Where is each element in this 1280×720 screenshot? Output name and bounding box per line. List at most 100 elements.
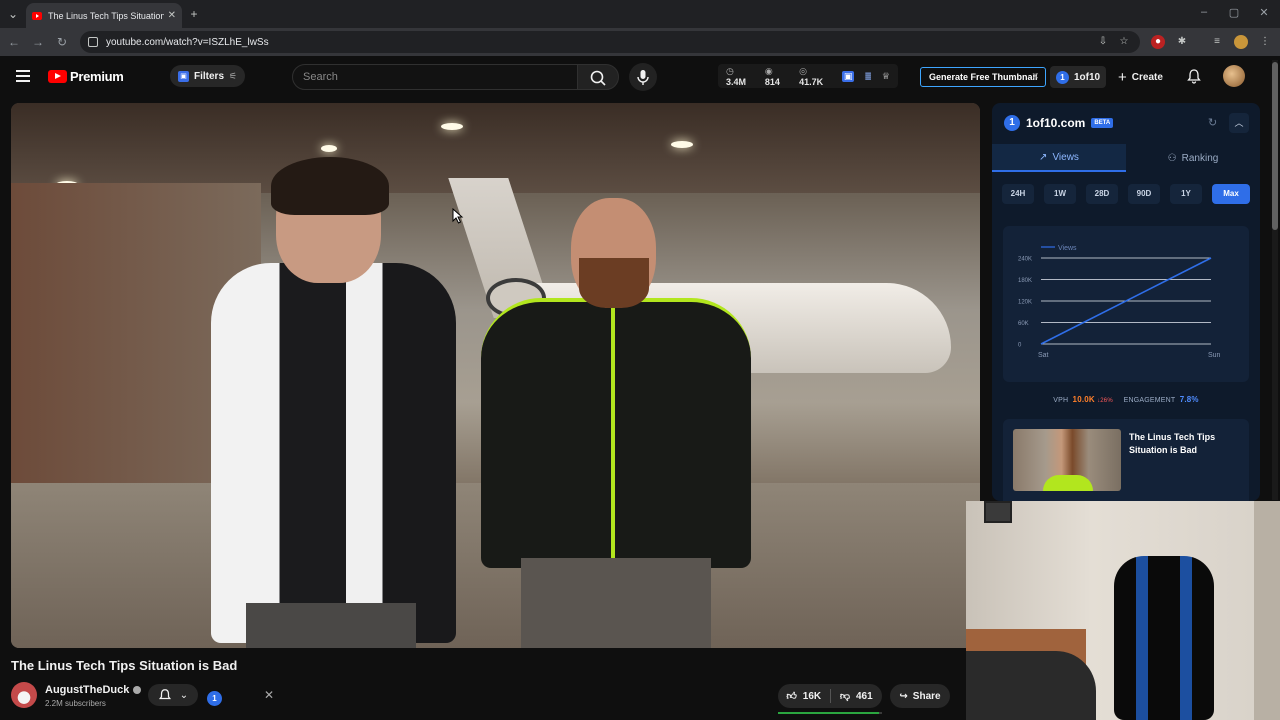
video-thumbnail [1013,429,1121,491]
tab-title: The Linus Tech Tips Situation is [48,10,164,21]
voice-search-button[interactable] [629,63,657,91]
range-1w[interactable]: 1W [1044,184,1076,204]
engagement-value: 7.8% [1179,395,1199,404]
y-tick-label: 0 [1018,343,1022,349]
oneof10-logo: 1 [1004,115,1020,131]
page-scrollbar[interactable] [1272,60,1278,500]
like-button[interactable]: 👍︎ 16K [778,690,830,703]
reading-list-icon[interactable]: ≡ [1210,35,1224,49]
trophy-icon[interactable]: ♕ [882,71,890,82]
like-ratio-bar [778,712,882,714]
oneof10-button[interactable]: 1 1of10 [1050,66,1106,88]
video-player[interactable] [11,103,980,648]
channel-badge-number: 1 [207,691,222,706]
reload-icon[interactable]: ↻ [54,34,70,50]
arm-with-device [966,651,1096,720]
oneof10-panel: 1 1of10.com BETA ↻ ︿ ↗ Views ⚇ Ranking 2… [992,103,1260,501]
generate-thumbnail-close-icon[interactable]: ✕ [1031,71,1039,82]
tab-ranking-label: Ranking [1181,152,1219,164]
watch-stat: ◎ 41.7K [799,66,832,87]
vph-label: VPH [1053,397,1069,404]
scrollbar-thumb[interactable] [1272,62,1278,230]
profile-avatar-icon[interactable] [1234,35,1248,49]
hamburger-menu-icon[interactable] [16,70,30,82]
browser-toolbar: ← → ↻ youtube.com/watch?v=ISZLhE_lwSs ⇩ … [0,28,1280,56]
create-label: Create [1131,71,1163,83]
youtube-header: Premium ▣ Filters ⚟ Search ◷ 3.4M ◉ 814 … [0,56,1280,98]
subs-stat: ◷ 3.4M [726,66,755,87]
views-stat: ◉ 814 [765,66,789,87]
address-bar[interactable]: youtube.com/watch?v=ISZLhE_lwSs [80,31,1140,53]
range-max[interactable]: Max [1212,184,1250,204]
sliders-icon: ⚟ [229,70,238,81]
share-button[interactable]: ↪ Share [890,684,950,708]
bell-icon [158,689,171,700]
youtube-play-icon [48,70,67,83]
views-chart-box: Views 240K 180K 120K 60K 0 Sat Sun [1003,226,1249,382]
person-left [211,157,456,648]
gaming-chair [1114,556,1214,720]
range-28d[interactable]: 28D [1086,184,1118,204]
subs-value: 3.4M [726,76,747,87]
search-input[interactable]: Search [292,64,578,90]
account-avatar[interactable] [1223,65,1245,87]
tab-search-icon[interactable]: ⌄ [5,6,21,22]
new-tab-button[interactable]: + [186,6,202,22]
youtube-favicon-icon [32,11,42,20]
tab-views-label: Views [1052,151,1079,163]
ext-blue-icon[interactable]: ▣ [841,70,855,82]
bookmark-star-icon[interactable]: ☆ [1117,35,1131,49]
views-chart: Views 240K 180K 120K 60K 0 Sat Sun [1018,245,1221,359]
tab-close-icon[interactable]: ✕ [168,10,176,21]
site-info-icon[interactable] [88,37,98,47]
generate-thumbnail-button[interactable]: Generate Free Thumbnail ✕ [920,67,1046,87]
range-1y[interactable]: 1Y [1170,184,1202,204]
extensions-puzzle-icon[interactable]: ✱ [1175,35,1189,49]
install-app-icon[interactable]: ⇩ [1096,35,1110,49]
url-text: youtube.com/watch?v=ISZLhE_lwSs [106,36,269,48]
extension-red-icon[interactable]: ● [1151,35,1165,49]
microphone-icon [637,70,649,85]
collapse-chevron-icon[interactable]: ︿ [1229,113,1249,133]
panel-header: 1 1of10.com BETA [992,103,1260,143]
like-dislike-bar: 👍︎ 16K 👎︎ 461 [778,684,882,708]
x-tick-label: Sun [1208,352,1221,359]
create-button[interactable]: + Create [1118,66,1163,88]
video-card[interactable]: The Linus Tech Tips Situation is Bad [1003,419,1249,501]
clock-icon: ◷ [726,65,734,76]
subscribed-button[interactable]: ⌄ [148,684,198,706]
maximize-icon[interactable]: ▢ [1226,6,1242,19]
subscriber-count: 2.2M subscribers [45,699,106,708]
trend-icon: ↗ [1039,151,1048,163]
user-icon: ⚇ [1167,152,1177,164]
close-icon[interactable]: ✕ [264,688,274,702]
filters-button[interactable]: ▣ Filters ⚟ [170,65,246,87]
panel-name: 1of10.com [1026,116,1086,130]
tab-views[interactable]: ↗ Views [992,144,1126,172]
channel-name[interactable]: AugustTheDuck [45,684,142,696]
person-right [481,198,751,648]
window-close-icon[interactable]: ✕ [1256,6,1272,19]
channel-avatar[interactable] [11,682,37,708]
back-icon[interactable]: ← [6,34,22,50]
range-24h[interactable]: 24H [1002,184,1034,204]
forward-icon[interactable]: → [30,34,46,50]
oneof10-channel-badge[interactable]: 1 [207,688,227,706]
refresh-icon[interactable]: ↻ [1208,116,1217,129]
mouse-cursor-icon [452,208,464,224]
list-icon[interactable]: ≣ [864,71,872,82]
metrics-row: VPH 10.0K ↓26% ENGAGEMENT 7.8% [992,395,1260,404]
minimize-icon[interactable]: – [1196,6,1212,18]
browser-tab[interactable]: The Linus Tech Tips Situation is ✕ [26,3,182,28]
browser-menu-icon[interactable]: ⋮ [1258,35,1272,49]
dislike-button[interactable]: 👎︎ 461 [831,690,883,703]
range-90d[interactable]: 90D [1128,184,1160,204]
dislike-count: 461 [855,690,873,702]
search-icon [590,70,606,86]
notifications-bell-icon[interactable] [1186,68,1202,84]
youtube-premium-logo[interactable]: Premium [48,69,124,84]
x-tick-label: Sat [1038,352,1049,359]
ceiling-light [321,145,337,152]
tab-ranking[interactable]: ⚇ Ranking [1126,144,1260,172]
search-button[interactable] [577,64,619,90]
